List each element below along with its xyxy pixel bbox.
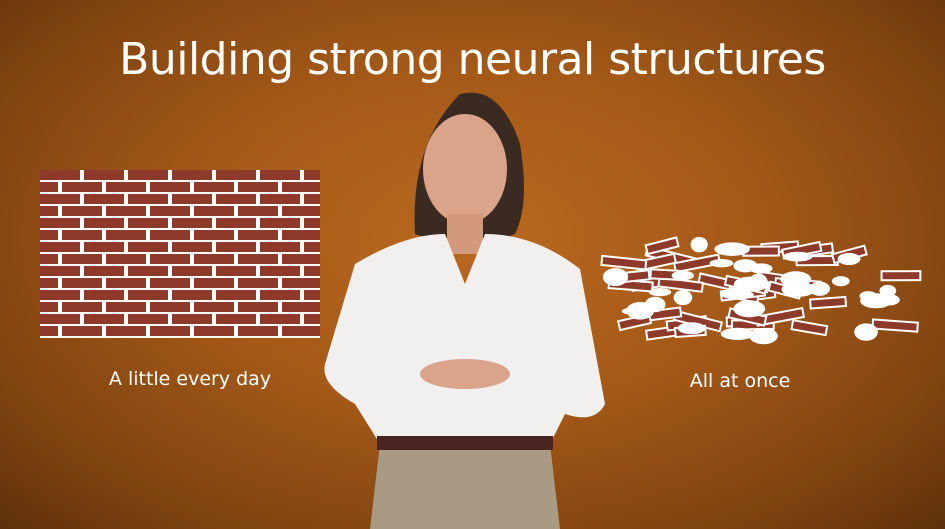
mortar-blob xyxy=(749,327,778,345)
mortar-blob xyxy=(837,252,861,266)
brick-row xyxy=(40,302,320,312)
mortar-blob xyxy=(719,290,754,300)
messy-brick-wall xyxy=(600,236,922,345)
mortar-blob xyxy=(733,276,768,292)
brick-row xyxy=(40,182,320,192)
brick-row xyxy=(40,314,320,324)
mortar-blob xyxy=(780,271,812,288)
mortar-blob xyxy=(673,290,693,306)
mortar-blob xyxy=(877,294,900,306)
brick-row xyxy=(40,326,320,336)
orderly-brick-wall xyxy=(40,170,320,338)
mortar-blob xyxy=(648,288,672,297)
brick xyxy=(790,319,829,337)
brick-row xyxy=(40,170,320,180)
brick-row xyxy=(40,242,320,252)
mortar-blob xyxy=(626,301,655,320)
mortar-blob xyxy=(854,323,878,341)
brick-row xyxy=(40,266,320,276)
slide-title: Building strong neural structures xyxy=(119,34,826,85)
mortar-blob xyxy=(720,327,755,340)
mortar-blob xyxy=(677,322,706,335)
mortar-blob xyxy=(714,242,750,256)
mortar-blob xyxy=(690,236,708,253)
presenter xyxy=(324,92,605,529)
brick-row xyxy=(40,206,320,216)
brick-row xyxy=(40,230,320,240)
brick-row xyxy=(40,290,320,300)
mortar-blob xyxy=(709,259,734,268)
brick-row xyxy=(40,194,320,204)
right-caption: All at once xyxy=(689,370,791,392)
mortar-blob xyxy=(671,270,695,281)
brick-row xyxy=(40,278,320,288)
brick xyxy=(871,318,919,333)
mortar-blob xyxy=(749,263,773,274)
brick xyxy=(880,270,922,282)
mortar-blob xyxy=(809,281,831,296)
brick-row xyxy=(40,218,320,228)
mortar-blob xyxy=(831,276,850,287)
brick xyxy=(809,295,848,310)
brick-row xyxy=(40,254,320,264)
mortar-blob xyxy=(733,300,766,318)
left-caption: A little every day xyxy=(108,368,272,390)
mortar-blob xyxy=(782,251,813,262)
